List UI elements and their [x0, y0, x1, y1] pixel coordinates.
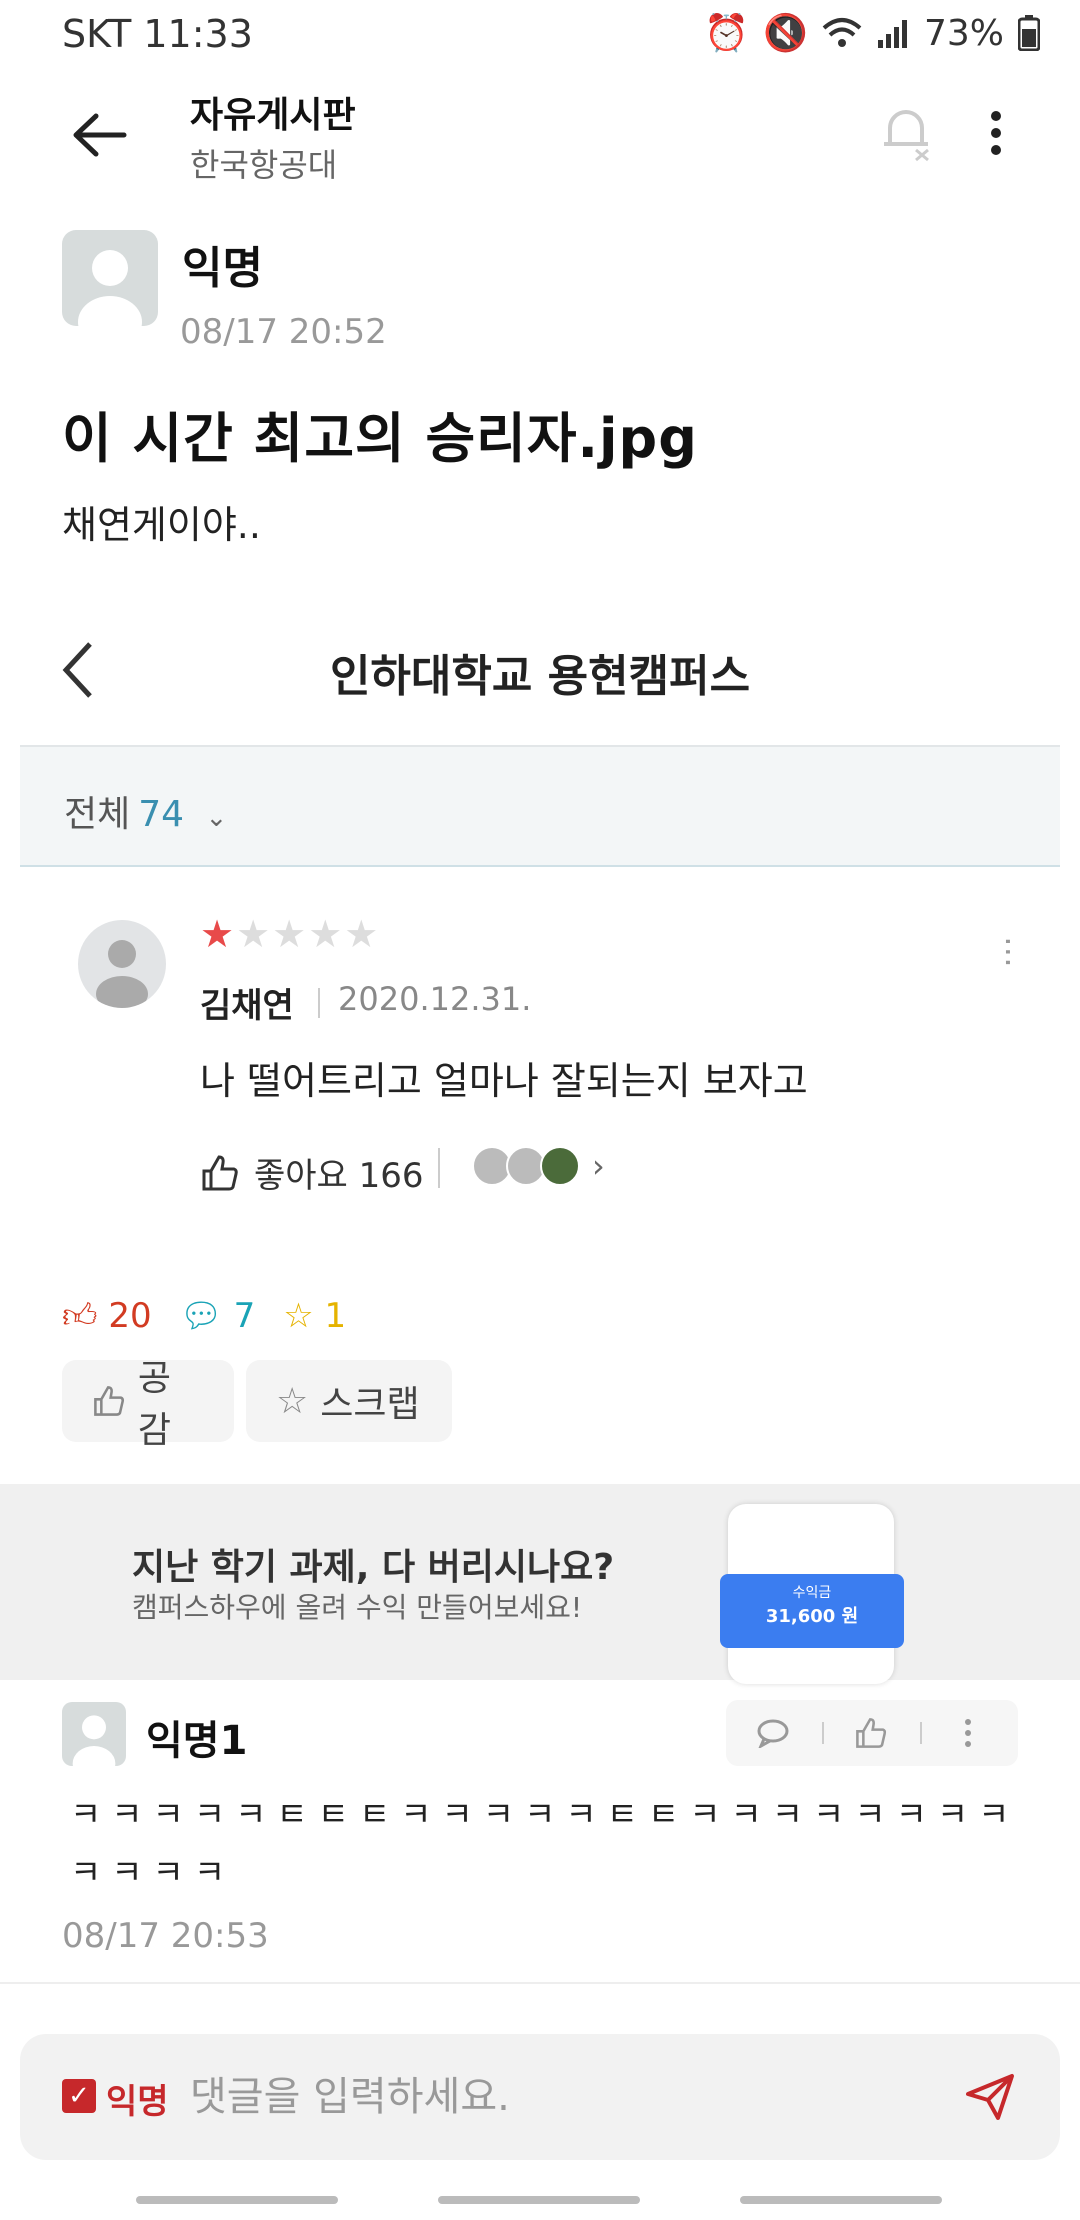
divider — [0, 1982, 1080, 1984]
battery-percent: 73% — [923, 12, 1004, 54]
divider — [920, 1722, 922, 1744]
comment-author: 익명1 — [146, 1718, 248, 1764]
carrier-time: SKT 11:33 — [62, 12, 253, 56]
post-author: 익명 — [182, 243, 263, 294]
nav-handle[interactable] — [438, 2196, 640, 2204]
star-rating: ★★★★★ — [200, 912, 381, 956]
comment-like-icon[interactable] — [854, 1716, 888, 1750]
post-stats: 👍︎ 20 💬︎ 7 ☆ 1 — [62, 1296, 346, 1337]
chevron-down-icon: ⌄ — [205, 803, 228, 833]
ad-banner[interactable]: 지난 학기 과제, 다 버리시나요? 캠퍼스하우에 올려 수익 만들어보세요! … — [0, 1484, 1080, 1684]
anonymous-checkbox[interactable]: ✓ — [62, 2079, 96, 2113]
comment-count: 💬︎ 7 — [179, 1296, 256, 1336]
reply-icon[interactable] — [756, 1718, 790, 1748]
nav-handle[interactable] — [740, 2196, 942, 2204]
thumbs-up-icon — [202, 1154, 238, 1190]
comment-actions — [726, 1700, 1018, 1766]
comment-more-icon[interactable] — [964, 1718, 972, 1748]
embedded-title: 인하대학교 용현캠퍼스 — [329, 651, 751, 702]
filter-count: 74 — [138, 794, 185, 835]
ad-card: 수익금 31,600 원 — [720, 1574, 904, 1648]
system-nav-bar — [0, 2180, 1080, 2220]
filter-label: 전체 74 ⌄ — [64, 794, 228, 835]
reviewer-name: 김채연 — [200, 986, 294, 1026]
scrap-button[interactable]: ☆ 스크랩 — [246, 1360, 452, 1442]
divider — [822, 1722, 824, 1744]
back-arrow-icon[interactable] — [70, 110, 130, 160]
post-body: 채연게이야.. — [62, 503, 261, 547]
like-button[interactable]: 공감 — [62, 1358, 234, 1451]
status-bar: SKT 11:33 ⏰ 🔇 73% — [0, 0, 1080, 70]
send-icon[interactable] — [964, 2072, 1016, 2122]
battery-icon — [1018, 15, 1040, 51]
more-options-icon[interactable] — [990, 110, 1002, 156]
review-text: 나 떨어트리고 얼마나 잘되는지 보자고 — [200, 1059, 808, 1103]
ad-headline: 지난 학기 과제, 다 버리시나요? — [132, 1547, 615, 1588]
comment-text: ㅋㅋㅋㅋㅋㅌㅌㅌㅋㅋㅋㅋㅋㅌㅌㅋㅋㅋㅋㅋㅋㅋㅋㅋㅋㅋㅋ — [70, 1795, 1020, 1893]
anonymous-label[interactable]: 익명 — [106, 2074, 169, 2123]
post-title: 이 시간 최고의 승리자.jpg — [62, 407, 698, 470]
divider — [318, 988, 320, 1018]
comment-input[interactable] — [190, 2062, 950, 2132]
mute-icon: 🔇 — [763, 13, 808, 54]
reviewer-avatar — [78, 920, 166, 1008]
nav-handle[interactable] — [136, 2196, 338, 2204]
embedded-filter: 전체 74 ⌄ — [20, 745, 1060, 867]
embedded-more-icon: ⋯ — [990, 936, 1028, 968]
post-image[interactable]: 인하대학교 용현캠퍼스 전체 74 ⌄ ★★★★★ 김채연 2020.12.31.… — [20, 600, 1060, 1240]
alarm-icon: ⏰ — [704, 13, 750, 54]
board-subtitle: 한국항공대 — [190, 146, 338, 184]
chevron-right-icon: › — [592, 1147, 605, 1185]
review-likes: 좋아요 166 — [200, 1148, 424, 1197]
scrap-count: ☆ 1 — [283, 1296, 347, 1336]
board-title: 자유게시판 — [190, 95, 356, 136]
comment-avatar — [62, 1702, 126, 1766]
thumbs-up-icon — [94, 1386, 125, 1416]
star-icon: ☆ — [276, 1380, 309, 1422]
liker-avatars: › — [472, 1146, 605, 1186]
status-icons: ⏰ 🔇 73% — [704, 12, 1040, 54]
post-date: 08/17 20:52 — [180, 312, 387, 352]
wifi-icon — [822, 18, 862, 47]
comment-date: 08/17 20:53 — [62, 1916, 269, 1956]
review-date: 2020.12.31. — [338, 980, 532, 1018]
like-count: 👍︎ 20 — [62, 1296, 152, 1336]
divider — [438, 1148, 440, 1188]
ad-subtext: 캠퍼스하우에 올려 수익 만들어보세요! — [132, 1591, 583, 1624]
signal-icon — [877, 20, 907, 48]
author-avatar — [62, 230, 158, 326]
comment-input-bar: ✓ 익명 — [20, 2034, 1060, 2160]
notification-off-icon[interactable] — [876, 104, 936, 162]
